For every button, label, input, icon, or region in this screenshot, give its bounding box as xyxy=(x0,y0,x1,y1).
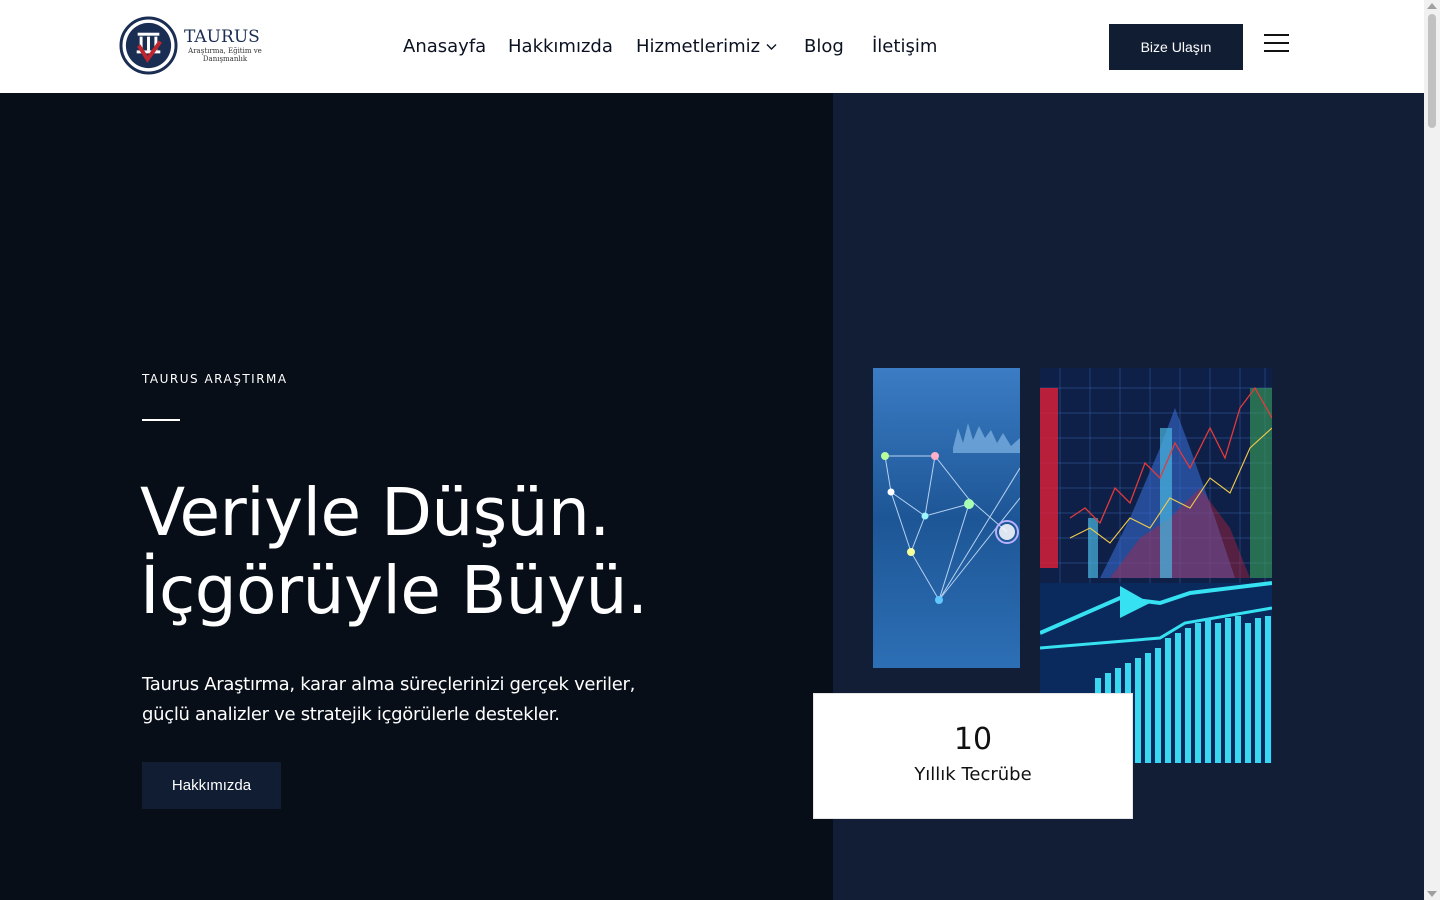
hero-description: Taurus Araştırma, karar alma süreçlerini… xyxy=(142,674,636,725)
brand-name: TAURUS xyxy=(184,27,260,47)
site-header: TAURUS Araştırma, Eğitim ve Danışmanlık … xyxy=(0,0,1424,93)
scroll-thumb[interactable] xyxy=(1428,14,1436,128)
contact-button[interactable]: Bize Ulaşın xyxy=(1109,24,1243,70)
nav-hizmetlerimiz-label: Hizmetlerimiz xyxy=(636,36,761,57)
scroll-up-arrow-icon[interactable] xyxy=(1427,3,1437,9)
hero-headline: Veriyle Düşün. İçgörüyle Büyü. xyxy=(140,474,648,630)
nav-blog[interactable]: Blog xyxy=(804,34,844,60)
brand-subtitle: Araştırma, Eğitim ve Danışmanlık xyxy=(188,47,262,63)
scrollbar[interactable] xyxy=(1424,0,1440,900)
chevron-down-icon xyxy=(766,44,777,50)
hero-headline-line1: Veriyle Düşün. xyxy=(140,474,610,551)
experience-years: 10 xyxy=(953,722,993,757)
experience-stat-card: 10 Yıllık Tecrübe xyxy=(813,693,1133,819)
experience-label: Yıllık Tecrübe xyxy=(914,764,1032,785)
brand-logo[interactable]: TAURUS Araştırma, Eğitim ve Danışmanlık xyxy=(119,16,266,75)
scroll-down-arrow-icon[interactable] xyxy=(1427,891,1437,897)
network-data-image xyxy=(873,368,1020,668)
nav-hakkimizda[interactable]: Hakkımızda xyxy=(508,34,613,60)
about-button[interactable]: Hakkımızda xyxy=(142,762,281,809)
nav-iletisim[interactable]: İletişim xyxy=(872,34,937,60)
hero-headline-line2: İçgörüyle Büyü. xyxy=(140,552,648,629)
taurus-emblem-icon xyxy=(119,16,178,75)
nav-hizmetlerimiz[interactable]: Hizmetlerimiz xyxy=(636,34,777,60)
menu-icon[interactable] xyxy=(1264,33,1289,53)
hero-divider xyxy=(142,419,180,421)
nav-anasayfa[interactable]: Anasayfa xyxy=(403,34,486,60)
hero-eyebrow: TAURUS ARAŞTIRMA xyxy=(142,372,288,386)
